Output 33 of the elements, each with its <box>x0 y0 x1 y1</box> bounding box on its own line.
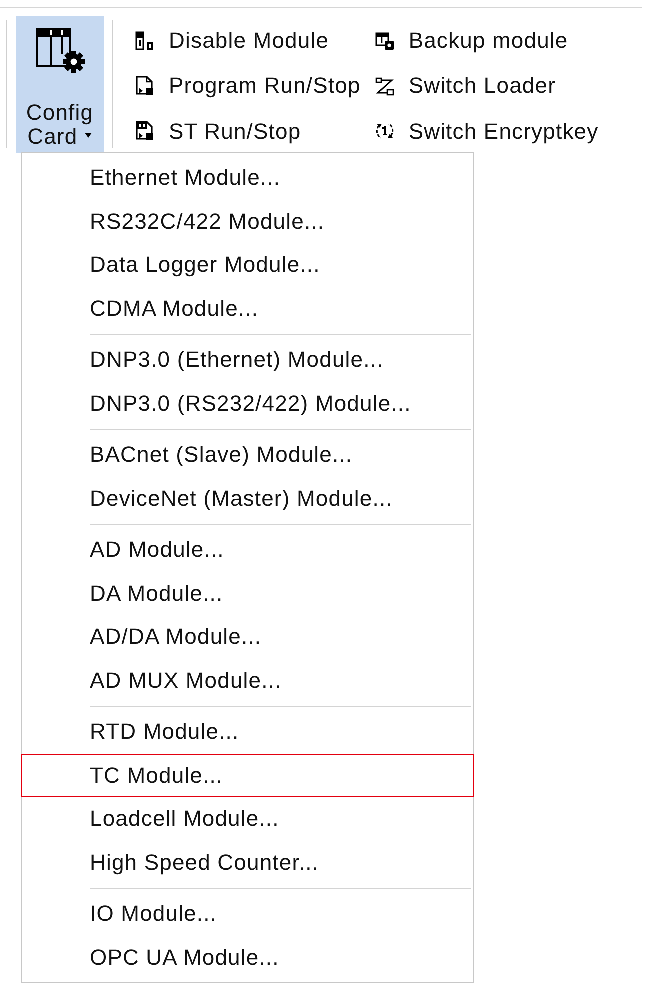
menu-item[interactable]: DA Module... <box>21 572 474 615</box>
toolbar-command[interactable]: Switch Loader <box>374 63 599 108</box>
rotate-arrows-icon <box>374 121 395 142</box>
toolbar-command[interactable]: Switch Encryptkey <box>374 108 599 154</box>
menu-item[interactable]: RTD Module... <box>21 710 474 754</box>
menu-item[interactable]: AD MUX Module... <box>21 658 474 702</box>
toolbar-command[interactable]: Backup module <box>374 18 599 63</box>
module-icon <box>135 30 155 50</box>
menu-item[interactable]: Data Logger Module... <box>21 243 474 286</box>
menu-item[interactable]: Loadcell Module... <box>21 797 474 840</box>
config-card-button[interactable]: Config Card <box>16 16 104 153</box>
menu-item[interactable]: OPC UA Module... <box>21 936 474 979</box>
menu-item[interactable]: IO Module... <box>21 892 474 936</box>
menu-item[interactable]: CDMA Module... <box>21 286 474 330</box>
menu-item[interactable]: BACnet (Slave) Module... <box>21 433 474 476</box>
document-icon <box>135 76 155 96</box>
menu-item[interactable]: Ethernet Module... <box>21 156 474 200</box>
menu-item[interactable]: DNP3.0 (RS232/422) Module... <box>21 382 474 425</box>
window-icon <box>374 30 395 50</box>
window-gear-icon <box>36 28 86 73</box>
menu-item[interactable]: AD/DA Module... <box>21 615 474 658</box>
connector-icon <box>374 76 395 96</box>
menu-item[interactable]: High Speed Counter... <box>21 840 474 884</box>
caret-icon <box>85 132 92 138</box>
toolbar-command[interactable]: ST Run/Stop <box>135 108 361 154</box>
document-icon <box>135 121 155 142</box>
menu-item[interactable]: AD Module... <box>21 528 474 572</box>
menu-item[interactable]: RS232C/422 Module... <box>21 200 474 243</box>
toolbar-command[interactable]: Program Run/Stop <box>135 63 361 108</box>
menu-item[interactable]: TC Module... <box>21 754 474 797</box>
menu-item[interactable]: DeviceNet (Master) Module... <box>21 476 474 520</box>
toolbar-command[interactable]: Disable Module <box>135 18 361 63</box>
menu-item[interactable]: DNP3.0 (Ethernet) Module... <box>21 338 474 382</box>
